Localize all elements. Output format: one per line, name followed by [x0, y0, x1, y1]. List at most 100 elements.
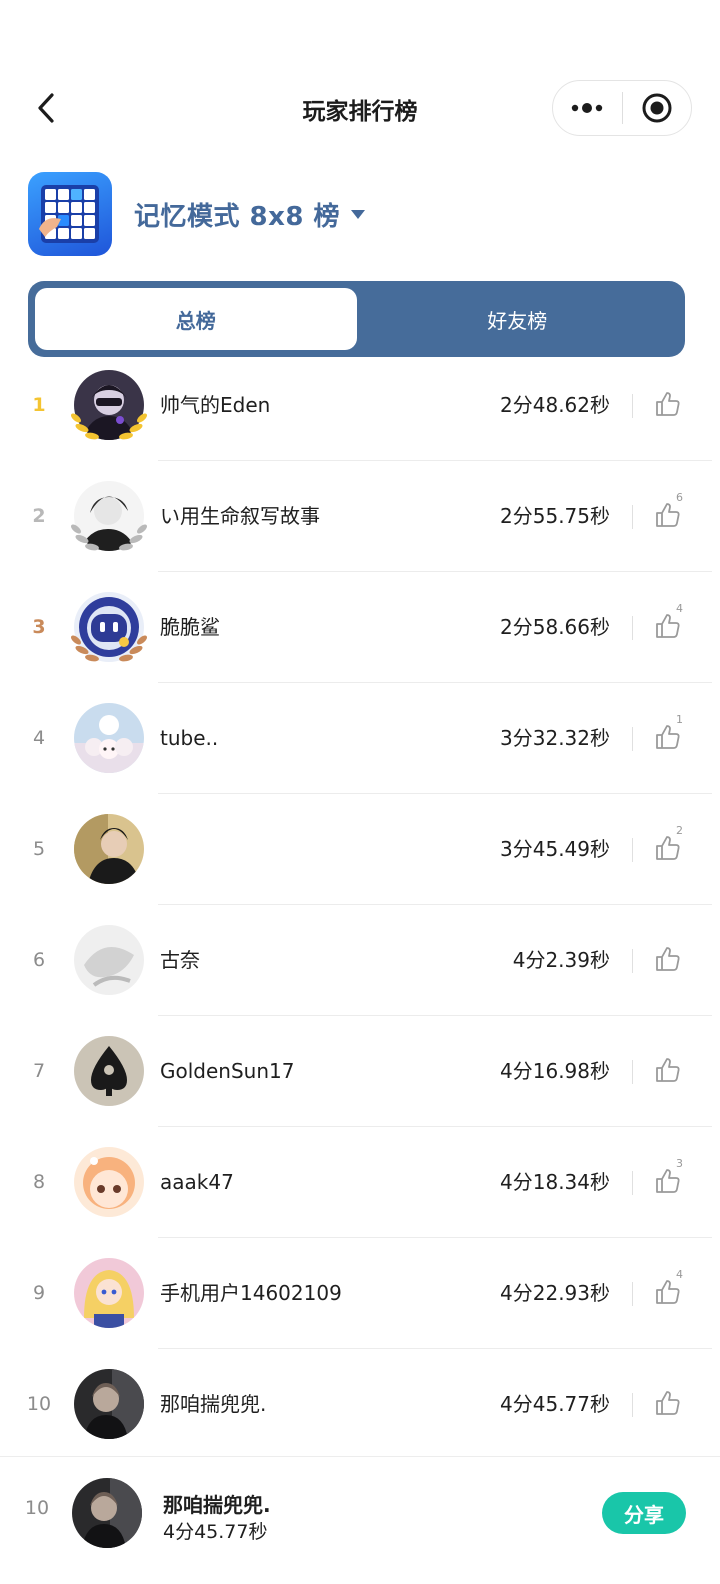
leaderboard-row[interactable]: 6 古奈 4分2.39秒 — [0, 905, 720, 1016]
like-button[interactable]: 4 — [650, 602, 690, 648]
thumbs-up-icon — [656, 1058, 680, 1082]
player-name: い用生命叙写故事 — [160, 504, 320, 528]
player-time: 2分48.62秒 — [500, 393, 610, 417]
player-time: 4分22.93秒 — [500, 1281, 610, 1305]
leaderboard-list: 1 帅气的Eden 2分48.62秒 2 い用生命叙写故事 2分55.75秒 6… — [0, 350, 720, 1460]
thumbs-up-icon — [656, 1169, 680, 1193]
leaderboard-row[interactable]: 2 い用生命叙写故事 2分55.75秒 6 — [0, 461, 720, 572]
like-count: 4 — [676, 1268, 683, 1281]
avatar[interactable] — [74, 925, 144, 995]
game-header: 记忆模式 8x8 榜 — [28, 172, 688, 256]
avatar-wrap — [74, 1036, 144, 1106]
my-rank: 10 — [24, 1497, 50, 1519]
like-count: 4 — [676, 602, 683, 615]
leaderboard-row[interactable]: 7 GoldenSun17 4分16.98秒 — [0, 1016, 720, 1127]
row-separator — [632, 505, 633, 529]
thumbs-up-icon — [656, 947, 680, 971]
avatar-wrap — [74, 1147, 144, 1217]
rank-number: 8 — [32, 1171, 46, 1193]
avatar[interactable] — [74, 1369, 144, 1439]
player-name: 那咱揣兜兜. — [160, 1392, 267, 1416]
tab-friends[interactable]: 好友榜 — [357, 288, 679, 350]
leaderboard-tabs: 总榜 好友榜 — [28, 281, 685, 357]
mini-program-capsule — [552, 80, 692, 136]
row-separator — [632, 394, 633, 418]
avatar-wrap — [74, 814, 144, 884]
rank-number: 6 — [32, 949, 46, 971]
mode-selector[interactable]: 记忆模式 8x8 榜 — [134, 196, 366, 233]
more-button[interactable] — [553, 81, 622, 135]
avatar-wrap — [74, 1369, 144, 1439]
player-name: aaak47 — [160, 1170, 234, 1194]
leaderboard-row[interactable]: 5 3分45.49秒 2 — [0, 794, 720, 905]
rank-number: 9 — [32, 1282, 46, 1304]
like-count: 1 — [676, 713, 683, 726]
avatar-wrap — [74, 703, 144, 773]
avatar-wrap — [71, 481, 147, 551]
avatar[interactable] — [74, 703, 144, 773]
row-separator — [632, 949, 633, 973]
row-separator — [632, 1393, 633, 1417]
my-time: 4分45.77秒 — [163, 1521, 268, 1543]
row-separator — [632, 1171, 633, 1195]
leaderboard-row[interactable]: 4 tube.. 3分32.32秒 1 — [0, 683, 720, 794]
like-count: 3 — [676, 1157, 683, 1170]
avatar[interactable] — [74, 1147, 144, 1217]
share-button[interactable]: 分享 — [602, 1492, 686, 1534]
player-time: 3分45.49秒 — [500, 837, 610, 861]
rank-number: 2 — [32, 505, 46, 527]
avatar[interactable] — [74, 814, 144, 884]
avatar-wrap — [71, 592, 147, 662]
player-name: 古奈 — [160, 948, 200, 972]
row-separator — [632, 1060, 633, 1084]
avatar-wrap — [71, 370, 147, 440]
tab-overall[interactable]: 总榜 — [35, 288, 357, 350]
caret-down-icon — [351, 210, 366, 219]
player-name: 脆脆鲨 — [160, 615, 220, 639]
like-count: 6 — [676, 491, 683, 504]
rank-number: 4 — [32, 727, 46, 749]
avatar-wrap — [74, 925, 144, 995]
thumbs-up-icon — [656, 836, 680, 860]
target-close-icon — [642, 93, 672, 123]
thumbs-up-icon — [656, 614, 680, 638]
nav-bar: 玩家排行榜 — [0, 80, 720, 136]
like-button[interactable]: 4 — [650, 1268, 690, 1314]
rank-number: 3 — [32, 616, 46, 638]
rank-number: 10 — [26, 1393, 52, 1415]
player-time: 2分55.75秒 — [500, 504, 610, 528]
leaderboard-row[interactable]: 10 那咱揣兜兜. 4分45.77秒 — [0, 1349, 720, 1460]
like-button[interactable] — [650, 1385, 690, 1425]
leaderboard-row[interactable]: 1 帅气的Eden 2分48.62秒 — [0, 350, 720, 461]
mode-label: 记忆模式 8x8 榜 — [134, 201, 341, 232]
player-name: GoldenSun17 — [160, 1059, 295, 1083]
more-dots-icon — [572, 103, 603, 113]
player-time: 4分18.34秒 — [500, 1170, 610, 1194]
like-button[interactable] — [650, 386, 690, 426]
leaderboard-row[interactable]: 9 手机用户14602109 4分22.93秒 4 — [0, 1238, 720, 1349]
leaderboard-row[interactable]: 8 aaak47 4分18.34秒 3 — [0, 1127, 720, 1238]
player-name: tube.. — [160, 726, 219, 750]
rank-number: 7 — [32, 1060, 46, 1082]
like-button[interactable] — [650, 941, 690, 981]
like-button[interactable]: 2 — [650, 824, 690, 870]
rank-number: 1 — [32, 394, 46, 416]
row-separator — [632, 616, 633, 640]
thumbs-up-icon — [656, 1280, 680, 1304]
row-separator — [632, 838, 633, 862]
like-button[interactable]: 6 — [650, 491, 690, 537]
player-name: 帅气的Eden — [160, 393, 271, 417]
player-name: 手机用户14602109 — [160, 1281, 342, 1305]
like-button[interactable]: 3 — [650, 1157, 690, 1203]
like-button[interactable] — [650, 1052, 690, 1092]
leaderboard-row[interactable]: 3 脆脆鲨 2分58.66秒 4 — [0, 572, 720, 683]
avatar — [72, 1478, 142, 1548]
avatar-wrap — [74, 1258, 144, 1328]
player-time: 3分32.32秒 — [500, 726, 610, 750]
like-button[interactable]: 1 — [650, 713, 690, 759]
close-button[interactable] — [623, 81, 692, 135]
avatar[interactable] — [74, 1258, 144, 1328]
avatar[interactable] — [74, 1036, 144, 1106]
thumbs-up-icon — [656, 1391, 680, 1415]
like-count: 2 — [676, 824, 683, 837]
